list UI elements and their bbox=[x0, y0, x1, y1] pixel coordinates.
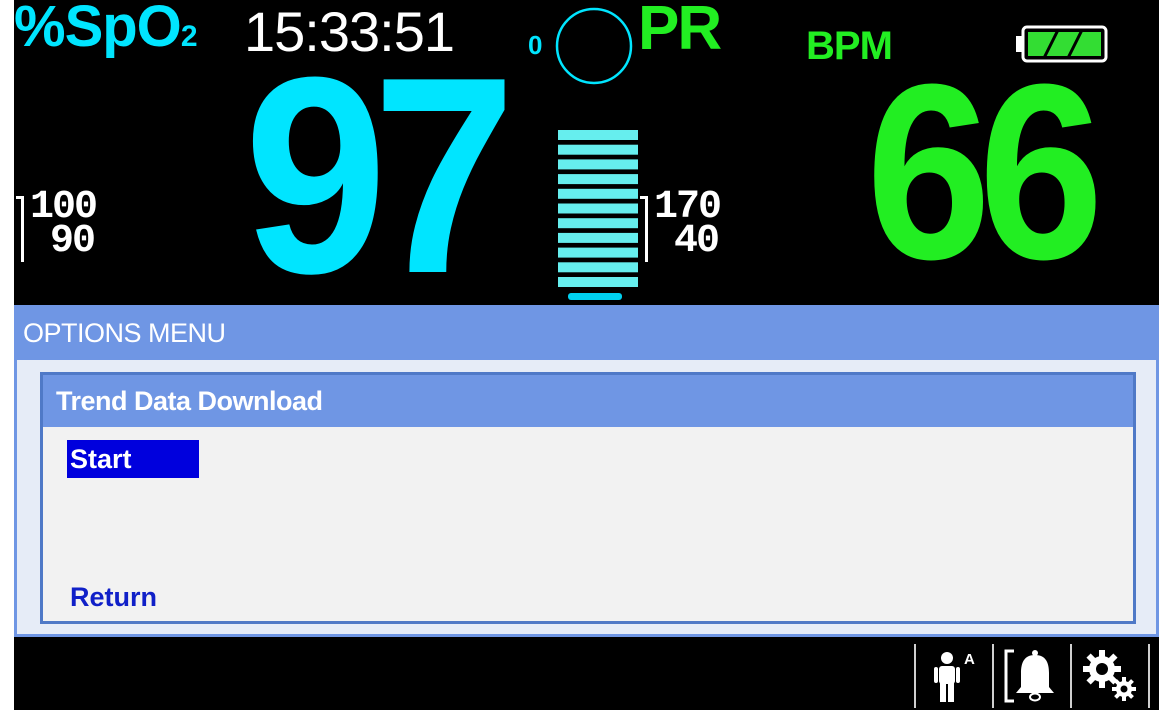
pleth-bar-segment bbox=[558, 262, 638, 273]
monitor-screen: %SpO2 15:33:51 0 PR BPM 97 66 100 90 170… bbox=[14, 0, 1159, 710]
settings-gears-icon[interactable] bbox=[1070, 644, 1150, 708]
pr-limit-low: 40 bbox=[674, 219, 720, 264]
pr-label: PR bbox=[638, 0, 722, 63]
trend-download-title: Trend Data Download bbox=[43, 375, 1133, 427]
trend-download-panel: Trend Data Download Start Return bbox=[40, 372, 1136, 624]
pleth-bar-segment bbox=[558, 159, 638, 170]
pleth-bar-segment bbox=[558, 188, 638, 199]
pleth-bar-segment bbox=[558, 232, 638, 243]
status-bar: A bbox=[14, 640, 1159, 710]
pleth-bar-segment bbox=[558, 247, 638, 258]
return-menu-item[interactable]: Return bbox=[70, 578, 157, 616]
spo2-limit-low: 90 bbox=[50, 219, 96, 264]
pulse-rate-value: 66 bbox=[866, 32, 1104, 311]
pleth-bar-segment bbox=[558, 144, 638, 155]
pleth-circle bbox=[555, 7, 633, 85]
pleth-bar-segment bbox=[558, 203, 638, 214]
pleth-bar-segment bbox=[558, 218, 638, 229]
start-menu-item[interactable]: Start bbox=[67, 440, 199, 478]
options-menu: OPTIONS MENU Trend Data Download Start R… bbox=[14, 305, 1159, 637]
pleth-bar-segment bbox=[558, 174, 638, 185]
pleth-indicator: 0 bbox=[528, 0, 638, 300]
limit-bracket bbox=[640, 196, 648, 262]
patient-mode-letter: A bbox=[964, 651, 975, 668]
pleth-bar-graph bbox=[555, 7, 638, 300]
spo2-label: %SpO2 bbox=[14, 0, 197, 59]
options-menu-title: OPTIONS MENU bbox=[17, 308, 1156, 360]
alarm-bell-icon[interactable] bbox=[992, 644, 1070, 708]
limit-bracket bbox=[16, 196, 24, 262]
patient-mode-adult-icon[interactable]: A bbox=[914, 644, 992, 708]
spo2-value: 97 bbox=[244, 20, 516, 332]
pleth-bar-segment bbox=[558, 277, 638, 287]
pleth-baseline-marker bbox=[568, 293, 622, 300]
pleth-bar-segment bbox=[558, 130, 638, 140]
